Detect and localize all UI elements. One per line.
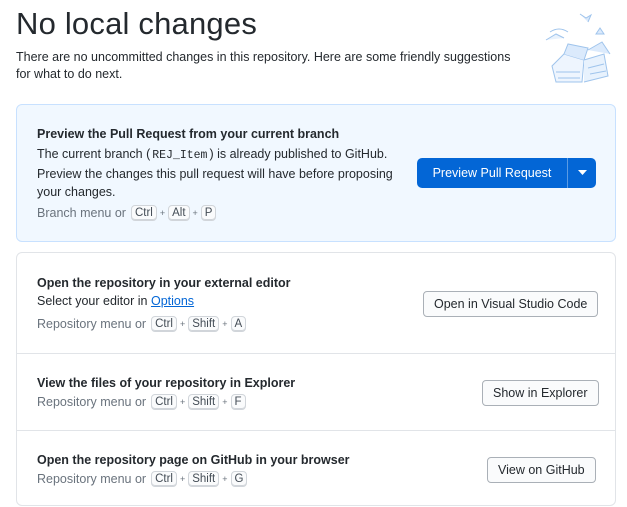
plus-icon: + xyxy=(179,474,186,484)
branch-name: REJ_Item xyxy=(150,149,210,162)
key-ctrl: Ctrl xyxy=(151,316,177,332)
plus-icon: + xyxy=(222,397,228,407)
preview-pull-request-button[interactable]: Preview Pull Request xyxy=(417,158,596,188)
key-ctrl: Ctrl xyxy=(151,394,177,410)
plus-icon: + xyxy=(179,319,186,329)
preview-heading: Preview the Pull Request from your curre… xyxy=(37,127,340,141)
key-shift: Shift xyxy=(188,394,220,410)
key-g: G xyxy=(230,471,248,487)
plus-icon: + xyxy=(159,208,166,218)
preview-description: The current branch (REJ_Item) is already… xyxy=(37,145,397,201)
caret-down-icon[interactable] xyxy=(577,170,587,176)
github-heading: Open the repository page on GitHub in yo… xyxy=(37,453,350,467)
key-alt: Alt xyxy=(168,205,190,221)
github-shortcut: Repository menu or Ctrl + Shift + G xyxy=(37,471,248,487)
preview-desc-2: Preview the changes this pull request wi… xyxy=(37,167,393,199)
key-p: P xyxy=(200,205,217,221)
preview-desc-suffix: ) is already published to GitHub. xyxy=(209,147,388,161)
page-title: No local changes xyxy=(16,6,258,41)
shortcut-prefix: Repository menu or xyxy=(37,395,147,409)
preview-dropdown-button[interactable] xyxy=(568,170,596,176)
shortcut-prefix: Repository menu or xyxy=(37,472,147,486)
editor-shortcut: Repository menu or Ctrl + Shift + A xyxy=(37,316,247,332)
editor-heading: Open the repository in your external edi… xyxy=(37,276,291,290)
open-in-vscode-button[interactable]: Open in Visual Studio Code xyxy=(423,291,599,317)
page-subtitle: There are no uncommitted changes in this… xyxy=(16,50,511,81)
key-shift: Shift xyxy=(188,471,220,487)
plus-icon: + xyxy=(179,397,186,407)
open-editor-row: Open the repository in your external edi… xyxy=(17,253,615,353)
no-changes-illustration xyxy=(545,13,611,83)
key-ctrl: Ctrl xyxy=(130,205,157,221)
key-a: A xyxy=(230,316,247,332)
preview-pull-request-card: Preview the Pull Request from your curre… xyxy=(16,104,616,242)
plus-icon: + xyxy=(222,474,228,484)
editor-description: Select your editor in Options xyxy=(37,292,194,310)
view-github-row: Open the repository page on GitHub in yo… xyxy=(17,430,615,507)
shortcut-prefix: Repository menu or xyxy=(37,317,147,331)
options-link[interactable]: Options xyxy=(151,294,194,308)
preview-pull-request-label[interactable]: Preview Pull Request xyxy=(417,166,567,180)
plus-icon: + xyxy=(192,208,198,218)
key-f: F xyxy=(230,394,246,410)
explorer-heading: View the files of your repository in Exp… xyxy=(37,376,296,390)
show-in-explorer-button[interactable]: Show in Explorer xyxy=(482,380,599,406)
view-on-github-button[interactable]: View on GitHub xyxy=(487,457,596,483)
shortcut-prefix: Branch menu or xyxy=(37,206,126,220)
explorer-shortcut: Repository menu or Ctrl + Shift + F xyxy=(37,394,246,410)
plus-icon: + xyxy=(222,319,228,329)
key-shift: Shift xyxy=(188,316,220,332)
editor-desc-prefix: Select your editor in xyxy=(37,294,148,308)
suggestions-card: Open the repository in your external edi… xyxy=(16,252,616,506)
preview-shortcut: Branch menu or Ctrl + Alt + P xyxy=(37,205,217,221)
show-explorer-row: View the files of your repository in Exp… xyxy=(17,353,615,430)
key-ctrl: Ctrl xyxy=(151,471,177,487)
preview-desc-prefix: The current branch ( xyxy=(37,147,151,161)
